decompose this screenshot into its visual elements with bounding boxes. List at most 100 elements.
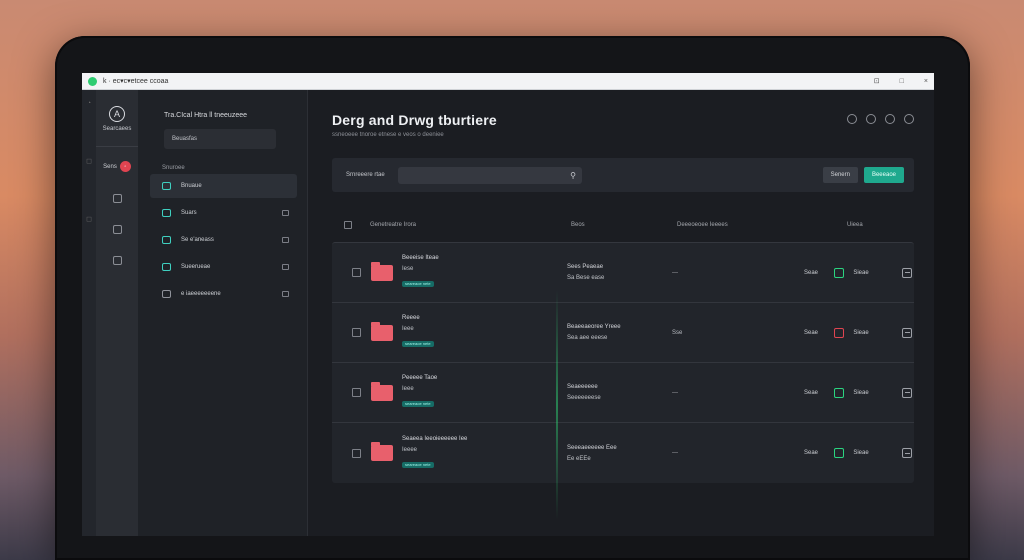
folder-icon — [162, 263, 171, 271]
row-owner-sub: Seeeeeeese — [567, 395, 601, 401]
search-icon: ⚲ — [570, 170, 576, 180]
primary-button[interactable]: Beeeaoe — [863, 167, 904, 183]
close-icon[interactable]: × — [924, 78, 928, 85]
header-icons — [847, 114, 914, 124]
table-header: Genetreatre Irora Beos Deeeoeoee Ieeees … — [332, 216, 914, 234]
folder-icon — [371, 321, 393, 341]
expand-icon[interactable] — [282, 264, 289, 270]
primary-nav: A Searcaees Sens ◦ — [96, 90, 138, 536]
sidebar-item-2[interactable]: Se e'aneass — [150, 228, 297, 252]
sidebar-item-label: e iaeeeeeeene — [181, 291, 221, 297]
filter-bar: Srnreeere rtae ⚲ Senern Beeeaoe — [332, 158, 914, 192]
row-size: Seae — [803, 389, 818, 396]
row-owner: Seeeaeeeeee Eee — [567, 444, 617, 451]
table-row[interactable]: Seaeea Ieeoieeeeee Iee Ieeee seareaoe ne… — [332, 423, 914, 483]
nav-divider — [96, 146, 138, 147]
maximize-icon[interactable]: □ — [900, 78, 904, 85]
row-size: Seae — [803, 269, 818, 276]
folder-icon — [162, 182, 171, 190]
column-owner[interactable]: Beos — [571, 222, 677, 228]
row-subname: Ieeee — [402, 446, 418, 453]
search-input[interactable]: ⚲ — [398, 166, 582, 184]
table-row[interactable]: Beeeise Iteae Iese seareaoe nete Sees Pe… — [332, 243, 914, 303]
expand-icon[interactable] — [282, 291, 289, 297]
column-name[interactable]: Genetreatre Irora — [370, 222, 571, 228]
sidebar-item-3[interactable]: Sueerueae — [150, 255, 297, 279]
table-row[interactable]: Peeeee Taoe Ieee seareaoe nete Seaeeeeee… — [332, 363, 914, 423]
left-rail: ◔ ◻ ◻ — [82, 90, 96, 536]
sidebar-title: Tra.CIcal Htra ll tneeuzeee — [164, 112, 247, 119]
row-subname: Ieee — [402, 326, 414, 332]
row-visibility: Sieae — [853, 450, 869, 456]
expand-icon[interactable] — [282, 237, 289, 243]
page-title: Derg and Drwg tburtiere — [332, 112, 497, 128]
nav-icon-3[interactable] — [112, 256, 122, 265]
file-icon — [162, 290, 171, 298]
sidebar-item-label: Se e'aneass — [181, 237, 214, 243]
page-subtitle: ssneoeee tnoroe etnese e veos o deeniee — [332, 132, 444, 138]
row-owner-sub: Ee eEEe — [567, 455, 591, 462]
url-field[interactable]: k · ec▾c▾etcee ccoaa — [103, 77, 854, 85]
sidebar-button[interactable]: Beuasfas — [164, 129, 276, 149]
circle-icon[interactable] — [904, 114, 914, 124]
row-tag: seareaoe nete — [402, 281, 434, 287]
main-content: Derg and Drwg tburtiere ssneoeee tnoroe … — [308, 90, 934, 536]
column-modified[interactable]: Deeeoeoee Ieeees — [677, 222, 847, 228]
row-modified: --- — [672, 389, 678, 396]
row-owner: Sees Peaeae — [567, 264, 604, 270]
row-checkbox[interactable] — [352, 268, 361, 277]
logo-icon: A — [109, 106, 125, 122]
select-all-checkbox[interactable] — [344, 221, 352, 229]
rail-icon[interactable]: ◔ — [87, 100, 91, 107]
row-menu-icon[interactable] — [902, 448, 912, 458]
browser-bar: k · ec▾c▾etcee ccoaa ⊡ □ × — [82, 73, 934, 90]
row-visibility: Sieae — [853, 269, 869, 276]
folder-icon — [371, 442, 393, 461]
notification-badge: ◦ — [119, 161, 131, 172]
logo-label: Searcaees — [102, 126, 132, 132]
row-checkbox[interactable] — [352, 448, 361, 458]
table-row[interactable]: Reeee Ieee seareaoe nete Beaeeaeoree Yre… — [332, 303, 914, 363]
row-tag: seareaoe nete — [402, 461, 434, 468]
row-modified: --- — [672, 269, 678, 276]
row-subname: Iese — [402, 266, 414, 272]
row-size: Seae — [803, 329, 818, 336]
row-modified: Sse — [672, 329, 683, 336]
row-visibility: Sieae — [853, 389, 869, 396]
settings-icon[interactable] — [847, 114, 857, 124]
row-menu-icon[interactable] — [902, 387, 912, 398]
status-ok-icon — [834, 267, 844, 278]
status-warning-icon — [834, 327, 844, 338]
row-owner: Seaeeeeee — [567, 384, 598, 390]
expand-icon[interactable] — [282, 210, 289, 216]
screen: k · ec▾c▾etcee ccoaa ⊡ □ × ◔ ◻ ◻ A Searc… — [82, 73, 934, 536]
row-subname: Ieee — [402, 386, 414, 392]
column-visibility[interactable]: Uieea — [847, 222, 877, 228]
status-dot-icon — [88, 76, 97, 86]
nav-item-sens[interactable]: Sens ◦ — [103, 161, 131, 172]
row-menu-icon[interactable] — [902, 267, 912, 278]
nav-icon-1[interactable] — [112, 194, 122, 203]
row-name: Peeeee Taoe — [402, 375, 438, 381]
row-name: Seaeea Ieeoieeeeee Iee — [402, 435, 468, 442]
row-menu-icon[interactable] — [902, 327, 912, 338]
circle-icon[interactable] — [866, 114, 876, 124]
main-header: Derg and Drwg tburtiere ssneoeee tnoroe … — [332, 112, 914, 138]
sidebar-item-1[interactable]: Suars — [150, 201, 297, 225]
secondary-button[interactable]: Senern — [822, 167, 858, 183]
folder-icon — [371, 261, 393, 281]
row-modified: --- — [672, 450, 678, 456]
accent-glow — [556, 290, 558, 520]
row-checkbox[interactable] — [352, 328, 361, 337]
nav-icon-2[interactable] — [112, 225, 122, 234]
sidebar-item-label: Suars — [181, 210, 197, 216]
rail-icon[interactable]: ◻ — [86, 157, 92, 165]
nav-item-label: Sens — [103, 163, 117, 170]
row-size: Seae — [803, 450, 818, 456]
rail-icon[interactable]: ◻ — [86, 215, 92, 223]
circle-icon[interactable] — [885, 114, 895, 124]
minimize-icon[interactable]: ⊡ — [874, 77, 880, 85]
row-checkbox[interactable] — [352, 388, 361, 397]
sidebar-item-0[interactable]: Bnuaue — [150, 174, 297, 198]
sidebar-item-4[interactable]: e iaeeeeeeene — [150, 282, 297, 306]
